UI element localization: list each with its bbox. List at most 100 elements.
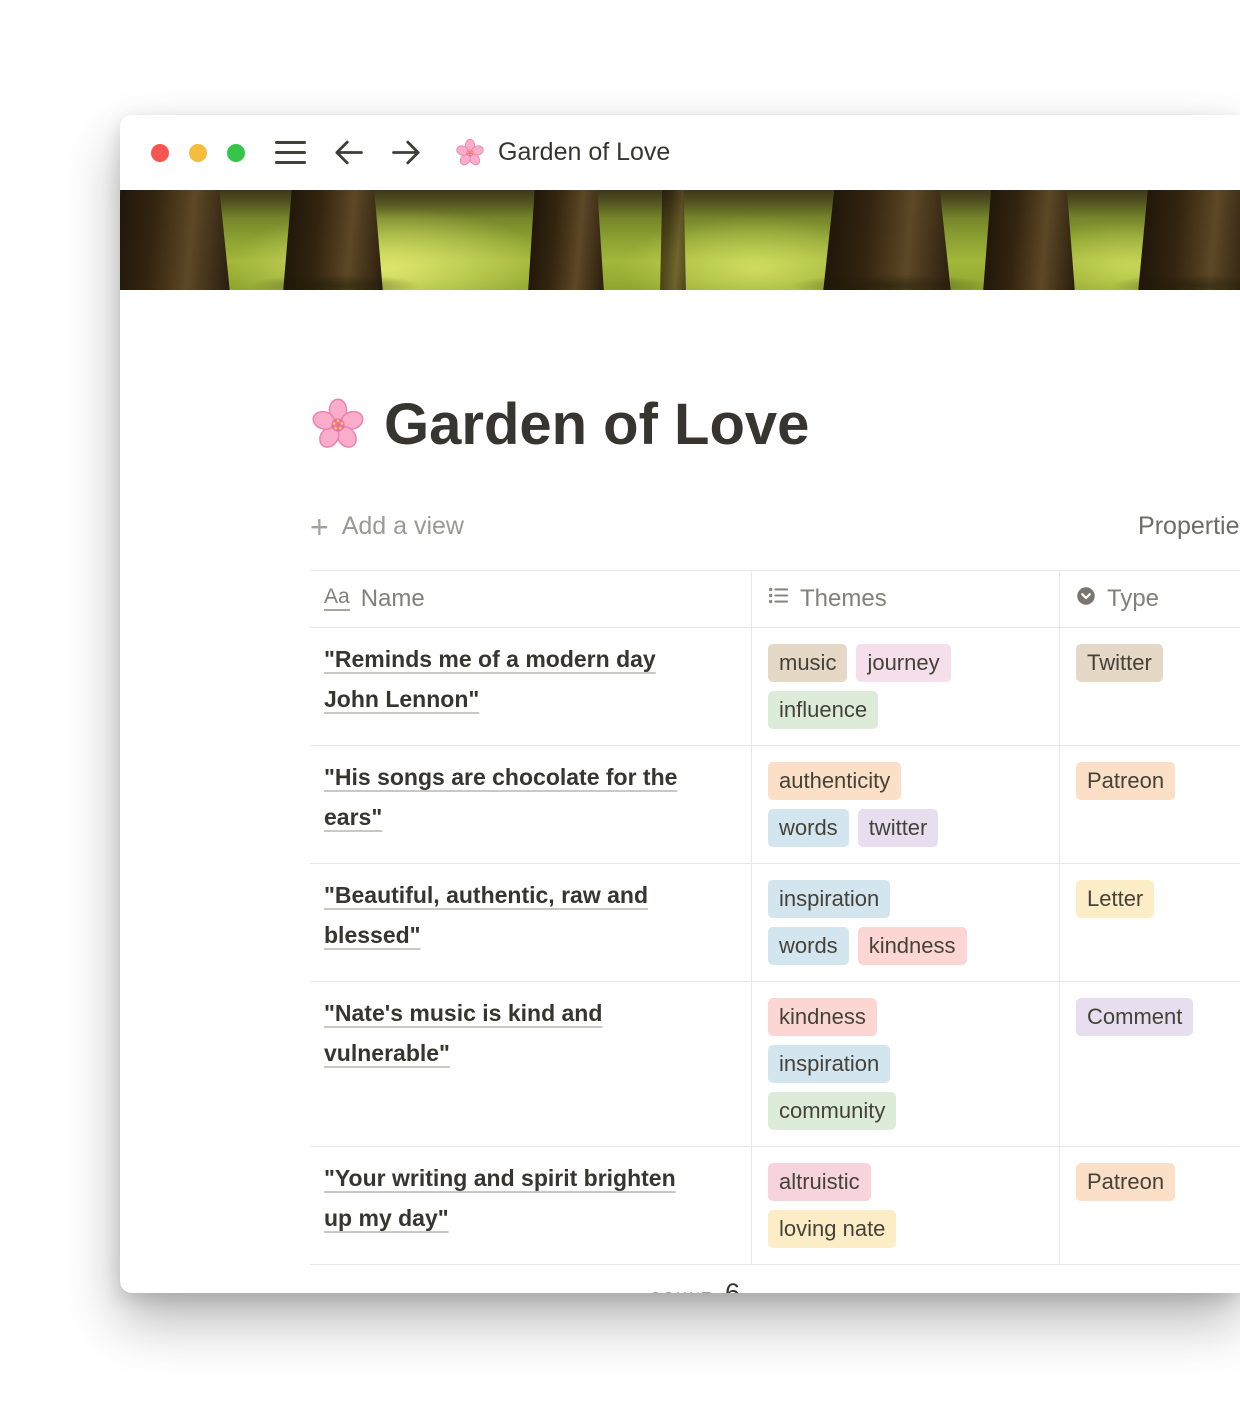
themes-cell[interactable]: music journey influence [752, 628, 1060, 745]
page-emoji-cherry-blossom-icon[interactable] [310, 397, 366, 453]
themes-cell[interactable]: kindness inspiration community [752, 982, 1060, 1146]
type-tag[interactable]: Patreon [1076, 1163, 1175, 1201]
table-row[interactable]: "Nate's music is kind and vulnerable" ki… [310, 982, 1240, 1147]
page-title-text[interactable]: Garden of Love [384, 390, 809, 460]
theme-tag[interactable]: influence [768, 691, 878, 729]
tag-line: loving nate [768, 1210, 1051, 1248]
row-title[interactable]: "Your writing and spirit brighten up my … [324, 1158, 696, 1238]
tag-line: kindness [768, 998, 1051, 1036]
name-cell[interactable]: "Your writing and spirit brighten up my … [310, 1147, 752, 1264]
row-title[interactable]: "His songs are chocolate for the ears" [324, 757, 696, 837]
name-cell[interactable]: "Beautiful, authentic, raw and blessed" [310, 864, 752, 981]
zoom-window-button[interactable] [227, 144, 245, 162]
tag-line: altruistic [768, 1163, 1051, 1201]
theme-tag[interactable]: kindness [768, 998, 877, 1036]
table-row[interactable]: "Your writing and spirit brighten up my … [310, 1147, 1240, 1265]
window-titlebar: Garden of Love [120, 115, 1240, 190]
theme-tag[interactable]: altruistic [768, 1163, 871, 1201]
theme-tag[interactable]: loving nate [768, 1210, 896, 1248]
type-tag[interactable]: Patreon [1076, 762, 1175, 800]
tag-line: words kindness [768, 927, 1051, 965]
tag-line: music journey [768, 644, 1051, 682]
tag-line: inspiration [768, 880, 1051, 918]
table-row[interactable]: "Reminds me of a modern day John Lennon"… [310, 628, 1240, 746]
theme-tag[interactable]: authenticity [768, 762, 901, 800]
theme-tag[interactable]: kindness [858, 927, 967, 965]
count-label: COUNT [650, 1289, 713, 1293]
window-controls [151, 144, 245, 162]
theme-tag[interactable]: music [768, 644, 847, 682]
add-view-button[interactable]: + Add a view [310, 511, 464, 543]
tag-line: Twitter [1076, 644, 1232, 682]
table-footer: COUNT 6 [310, 1265, 1240, 1293]
tree-trunk [120, 190, 230, 290]
forward-button[interactable] [391, 139, 422, 166]
add-view-label: Add a view [342, 512, 464, 541]
window-title: Garden of Love [498, 138, 670, 167]
theme-tag[interactable]: words [768, 809, 849, 847]
column-label: Name [361, 585, 425, 613]
tag-line: Patreon [1076, 1163, 1232, 1201]
column-header-themes[interactable]: Themes [752, 571, 1060, 627]
tree-trunk [983, 190, 1075, 290]
row-title[interactable]: "Reminds me of a modern day John Lennon" [324, 639, 696, 719]
properties-button[interactable]: Properties [1138, 512, 1240, 541]
tree-trunk [660, 190, 686, 290]
table-header: Aa Name Themes [310, 571, 1240, 628]
type-cell[interactable]: Twitter [1060, 628, 1240, 745]
sidebar-menu-icon[interactable] [275, 141, 306, 164]
row-title[interactable]: "Beautiful, authentic, raw and blessed" [324, 875, 696, 955]
theme-tag[interactable]: words [768, 927, 849, 965]
ground-shadow [790, 274, 990, 290]
themes-cell[interactable]: inspiration words kindness [752, 864, 1060, 981]
name-cell[interactable]: "His songs are chocolate for the ears" [310, 746, 752, 863]
column-label: Type [1107, 585, 1159, 613]
view-toolbar: + Add a view Properties [310, 506, 1240, 548]
type-cell[interactable]: Comment [1060, 982, 1240, 1146]
close-window-button[interactable] [151, 144, 169, 162]
page-title: Garden of Love [310, 390, 1240, 460]
count-value: 6 [725, 1278, 740, 1293]
cover-image[interactable] [120, 190, 1240, 290]
theme-tag[interactable]: journey [856, 644, 950, 682]
column-header-name[interactable]: Aa Name [310, 571, 752, 627]
type-cell[interactable]: Patreon [1060, 746, 1240, 863]
title-property-icon: Aa [324, 586, 350, 611]
select-property-icon [1076, 585, 1096, 613]
tag-line: influence [768, 691, 1051, 729]
tag-line: inspiration [768, 1045, 1051, 1083]
type-tag[interactable]: Letter [1076, 880, 1154, 918]
tree-trunk [528, 190, 604, 290]
table-row[interactable]: "Beautiful, authentic, raw and blessed" … [310, 864, 1240, 982]
themes-cell[interactable]: altruistic loving nate [752, 1147, 1060, 1264]
back-button[interactable] [333, 139, 364, 166]
tag-line: Comment [1076, 998, 1232, 1036]
name-cell[interactable]: "Reminds me of a modern day John Lennon" [310, 628, 752, 745]
type-cell[interactable]: Patreon [1060, 1147, 1240, 1264]
tag-line: Letter [1076, 880, 1232, 918]
page-content: Garden of Love + Add a view Properties A… [120, 390, 1240, 1293]
theme-tag[interactable]: inspiration [768, 880, 890, 918]
tag-line: community [768, 1092, 1051, 1130]
tag-line: words twitter [768, 809, 1051, 847]
cherry-blossom-icon [455, 138, 485, 168]
theme-tag[interactable]: community [768, 1092, 896, 1130]
type-cell[interactable]: Letter [1060, 864, 1240, 981]
tag-line: authenticity [768, 762, 1051, 800]
database-table: Aa Name Themes [310, 570, 1240, 1293]
column-header-type[interactable]: Type [1060, 571, 1240, 627]
type-tag[interactable]: Twitter [1076, 644, 1163, 682]
minimize-window-button[interactable] [189, 144, 207, 162]
themes-cell[interactable]: authenticity words twitter [752, 746, 1060, 863]
row-title[interactable]: "Nate's music is kind and vulnerable" [324, 993, 696, 1073]
tag-line: Patreon [1076, 762, 1232, 800]
bulleted-list-icon [768, 585, 789, 613]
column-label: Themes [800, 585, 887, 613]
type-tag[interactable]: Comment [1076, 998, 1193, 1036]
name-cell[interactable]: "Nate's music is kind and vulnerable" [310, 982, 752, 1146]
theme-tag[interactable]: inspiration [768, 1045, 890, 1083]
theme-tag[interactable]: twitter [858, 809, 939, 847]
table-row[interactable]: "His songs are chocolate for the ears" a… [310, 746, 1240, 864]
count-calculation[interactable]: COUNT 6 [310, 1278, 752, 1293]
plus-icon: + [310, 511, 329, 543]
